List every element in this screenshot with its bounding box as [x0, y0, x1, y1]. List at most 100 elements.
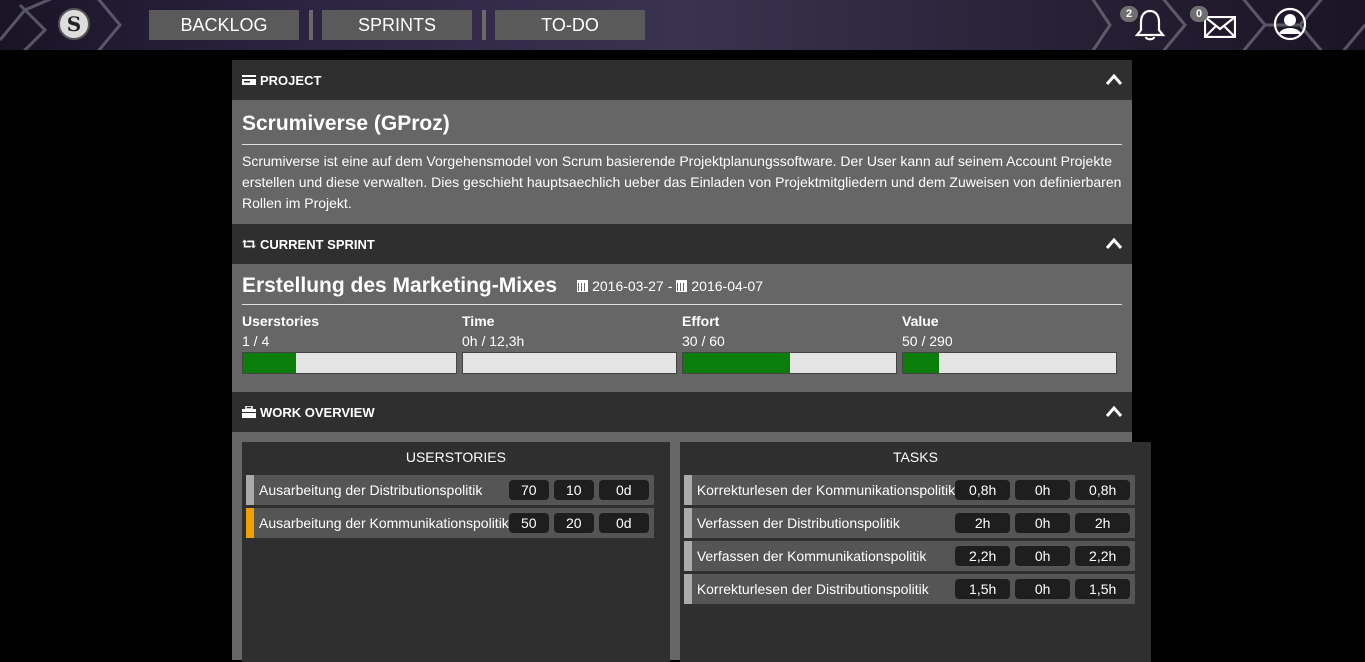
app-logo[interactable]: S — [58, 8, 90, 40]
sprint-end-date: 2016-04-07 — [691, 278, 764, 294]
value-pill: 0h — [1015, 513, 1071, 533]
status-stripe — [244, 508, 254, 538]
work-overview-panel: USERSTORIES Ausarbeitung der Distributio… — [232, 432, 1152, 662]
userstory-row[interactable]: Ausarbeitung der Kommunikationspolitik 50… — [244, 508, 654, 538]
sprint-dates: 2016-03-27 - 2016-04-07 — [577, 278, 763, 294]
task-name: Korrekturlesen der Kommunikationspolitik — [696, 482, 956, 498]
status-stripe — [681, 508, 692, 538]
status-stripe — [244, 475, 254, 505]
messages-button[interactable]: 0 — [1190, 6, 1240, 46]
task-name: Verfassen der Distributionspolitik — [696, 515, 900, 531]
profile-button[interactable] — [1272, 6, 1308, 42]
metric-effort: Effort 30 / 60 — [682, 311, 902, 374]
sprint-section-title: CURRENT SPRINT — [260, 236, 375, 252]
value-pill: 0,8h — [1075, 480, 1131, 500]
calendar-icon — [577, 280, 589, 292]
sprint-section-header: CURRENT SPRINT — [232, 224, 1132, 264]
notifications-badge: 2 — [1120, 6, 1138, 22]
sprint-start-date: 2016-03-27 — [592, 278, 664, 294]
project-panel: Scrumiverse (GProz) Scrumiverse ist eine… — [232, 100, 1132, 224]
userstory-name: Ausarbeitung der Kommunikationspolitik — [259, 515, 509, 531]
value-pill: 1,5h — [955, 579, 1011, 599]
top-navigation-bar: S BACKLOG SPRINTS TO-DO 2 0 — [0, 0, 1365, 50]
value-pill: 0h — [1015, 546, 1071, 566]
metric-value: 1 / 4 — [242, 333, 270, 349]
value-pill: 20 — [553, 513, 594, 533]
value-pill: 0,8h — [955, 480, 1011, 500]
value-pill: 1,5h — [1075, 579, 1131, 599]
value-pill: 2,2h — [1075, 546, 1131, 566]
chevron-up-icon[interactable] — [1104, 234, 1124, 254]
value-pill: 70 — [508, 480, 549, 500]
task-row[interactable]: Korrekturlesen der Kommunikationspolitik… — [681, 475, 1136, 505]
nav-todo-button[interactable]: TO-DO — [495, 10, 645, 40]
chevron-up-icon[interactable] — [1104, 402, 1124, 422]
metric-label: Time — [462, 313, 495, 329]
sprint-metrics: Userstories 1 / 4 Time 0h / 12,3h Effort… — [242, 311, 1122, 374]
metric-value: 0h / 12,3h — [462, 333, 525, 349]
retweet-icon — [242, 237, 256, 251]
date-separator: - — [667, 278, 673, 294]
metric-label: Value — [902, 313, 939, 329]
nav-sprints-button[interactable]: SPRINTS — [322, 10, 472, 40]
value-pill: 2,2h — [955, 546, 1011, 566]
metric-label: Effort — [682, 313, 720, 329]
tasks-title: TASKS — [893, 449, 938, 465]
chevron-up-icon[interactable] — [1104, 70, 1124, 90]
project-description: Scrumiverse ist eine auf dem Vorgehensmo… — [242, 153, 1122, 211]
project-section-header: PROJECT — [232, 60, 1132, 100]
work-section-title: WORK OVERVIEW — [260, 404, 375, 420]
nav-divider — [309, 10, 313, 40]
metric-label: Userstories — [242, 313, 320, 329]
status-stripe — [681, 574, 692, 604]
progress-bar — [682, 352, 897, 374]
progress-bar — [462, 352, 677, 374]
value-pill: 2h — [1075, 513, 1131, 533]
value-pill: 0d — [598, 513, 649, 533]
status-stripe — [681, 541, 692, 571]
value-pill: 0d — [598, 480, 649, 500]
task-row[interactable]: Verfassen der Distributionspolitik 2h 0h 2h — [681, 508, 1136, 538]
tasks-panel: TASKS Korrekturlesen der Kommunikationsp… — [679, 442, 1152, 662]
id-card-icon — [242, 73, 256, 87]
sprint-panel: Erstellung des Marketing-Mixes 2016-03-2… — [232, 264, 1132, 392]
userstories-title: USERSTORIES — [405, 449, 506, 465]
value-pill: 0h — [1015, 579, 1071, 599]
progress-bar — [242, 352, 457, 374]
progress-fill — [683, 353, 790, 373]
notifications-button[interactable]: 2 — [1120, 6, 1170, 46]
briefcase-icon — [242, 405, 256, 419]
task-name: Korrekturlesen der Distributionspolitik — [696, 581, 929, 597]
userstory-row[interactable]: Ausarbeitung der Distributionspolitik 70 1… — [244, 475, 654, 505]
project-title: Scrumiverse (GProz) — [242, 112, 1122, 145]
userstory-name: Ausarbeitung der Distributionspolitik — [259, 482, 483, 498]
metric-value: 30 / 60 — [682, 333, 725, 349]
messages-badge: 0 — [1190, 6, 1208, 22]
bell-icon — [1134, 9, 1166, 41]
progress-fill — [903, 353, 940, 373]
value-pill: 50 — [508, 513, 549, 533]
sprint-title: Erstellung des Marketing-Mixes — [242, 274, 558, 297]
logo-letter: S — [66, 12, 82, 36]
envelope-icon — [1204, 16, 1236, 38]
metric-userstories: Userstories 1 / 4 — [242, 311, 462, 374]
value-pill: 2h — [955, 513, 1011, 533]
calendar-icon — [676, 280, 688, 292]
progress-bar — [902, 352, 1117, 374]
work-section-header: WORK OVERVIEW — [232, 392, 1132, 432]
metric-value: Value 50 / 290 — [902, 311, 1122, 374]
task-row[interactable]: Korrekturlesen der Distributionspolitik 1… — [681, 574, 1136, 604]
status-stripe — [681, 475, 692, 505]
metric-time: Time 0h / 12,3h — [462, 311, 682, 374]
value-pill: 10 — [553, 480, 594, 500]
metric-value: 50 / 290 — [902, 333, 953, 349]
project-section-title: PROJECT — [260, 72, 322, 88]
nav-backlog-button[interactable]: BACKLOG — [149, 10, 299, 40]
task-row[interactable]: Verfassen der Kommunikationspolitik 2,2h 0… — [681, 541, 1136, 571]
main-content: PROJECT Scrumiverse (GProz) Scrumiverse … — [232, 60, 1152, 662]
progress-fill — [243, 353, 297, 373]
nav-divider — [482, 10, 486, 40]
user-avatar-icon — [1273, 7, 1307, 41]
task-name: Verfassen der Kommunikationspolitik — [696, 548, 927, 564]
value-pill: 0h — [1015, 480, 1071, 500]
